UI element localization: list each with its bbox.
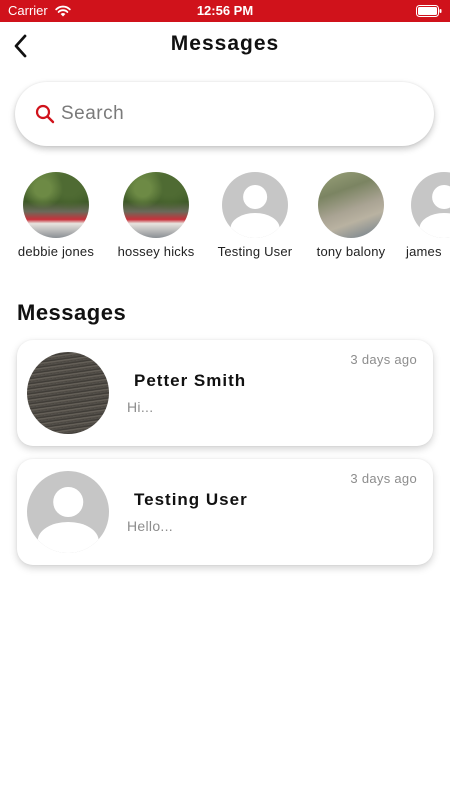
message-timestamp: 3 days ago (350, 352, 417, 367)
search-icon (35, 104, 55, 124)
contact-name: james (406, 244, 442, 259)
contact-name: tony balony (316, 244, 386, 259)
messages-section-title: Messages (17, 300, 127, 325)
search-input[interactable] (61, 100, 401, 128)
default-avatar-icon (27, 471, 109, 553)
default-avatar-icon (411, 172, 450, 238)
status-bar: Carrier 12:56 PM (0, 0, 450, 22)
message-preview: Hello... (127, 518, 173, 534)
avatar (27, 352, 109, 434)
avatar (23, 172, 89, 238)
contact-testing-user[interactable]: Testing User (207, 172, 303, 259)
message-item[interactable]: Testing User Hello... 3 days ago (17, 459, 433, 565)
search-bar[interactable] (15, 82, 434, 146)
contact-tony-balony[interactable]: tony balony (303, 172, 399, 259)
contact-debbie-jones[interactable]: debbie jones (8, 172, 104, 259)
contact-name: hossey hicks (117, 244, 195, 259)
message-sender: Testing User (134, 490, 248, 509)
message-preview: Hi... (127, 399, 154, 415)
contact-name: Testing User (217, 244, 293, 259)
battery-icon (416, 5, 442, 17)
contact-hossey-hicks[interactable]: hossey hicks (108, 172, 204, 259)
message-sender: Petter Smith (134, 371, 247, 390)
message-item[interactable]: Petter Smith Hi... 3 days ago (17, 340, 433, 446)
page-title: Messages (170, 32, 280, 55)
clock: 12:56 PM (196, 3, 254, 18)
contact-james[interactable]: james (396, 172, 450, 259)
avatar (123, 172, 189, 238)
avatar (318, 172, 384, 238)
contact-name: debbie jones (17, 244, 95, 259)
message-timestamp: 3 days ago (350, 471, 417, 486)
contacts-row: debbie jones hossey hicks Testing User t… (0, 172, 450, 264)
default-avatar-icon (222, 172, 288, 238)
